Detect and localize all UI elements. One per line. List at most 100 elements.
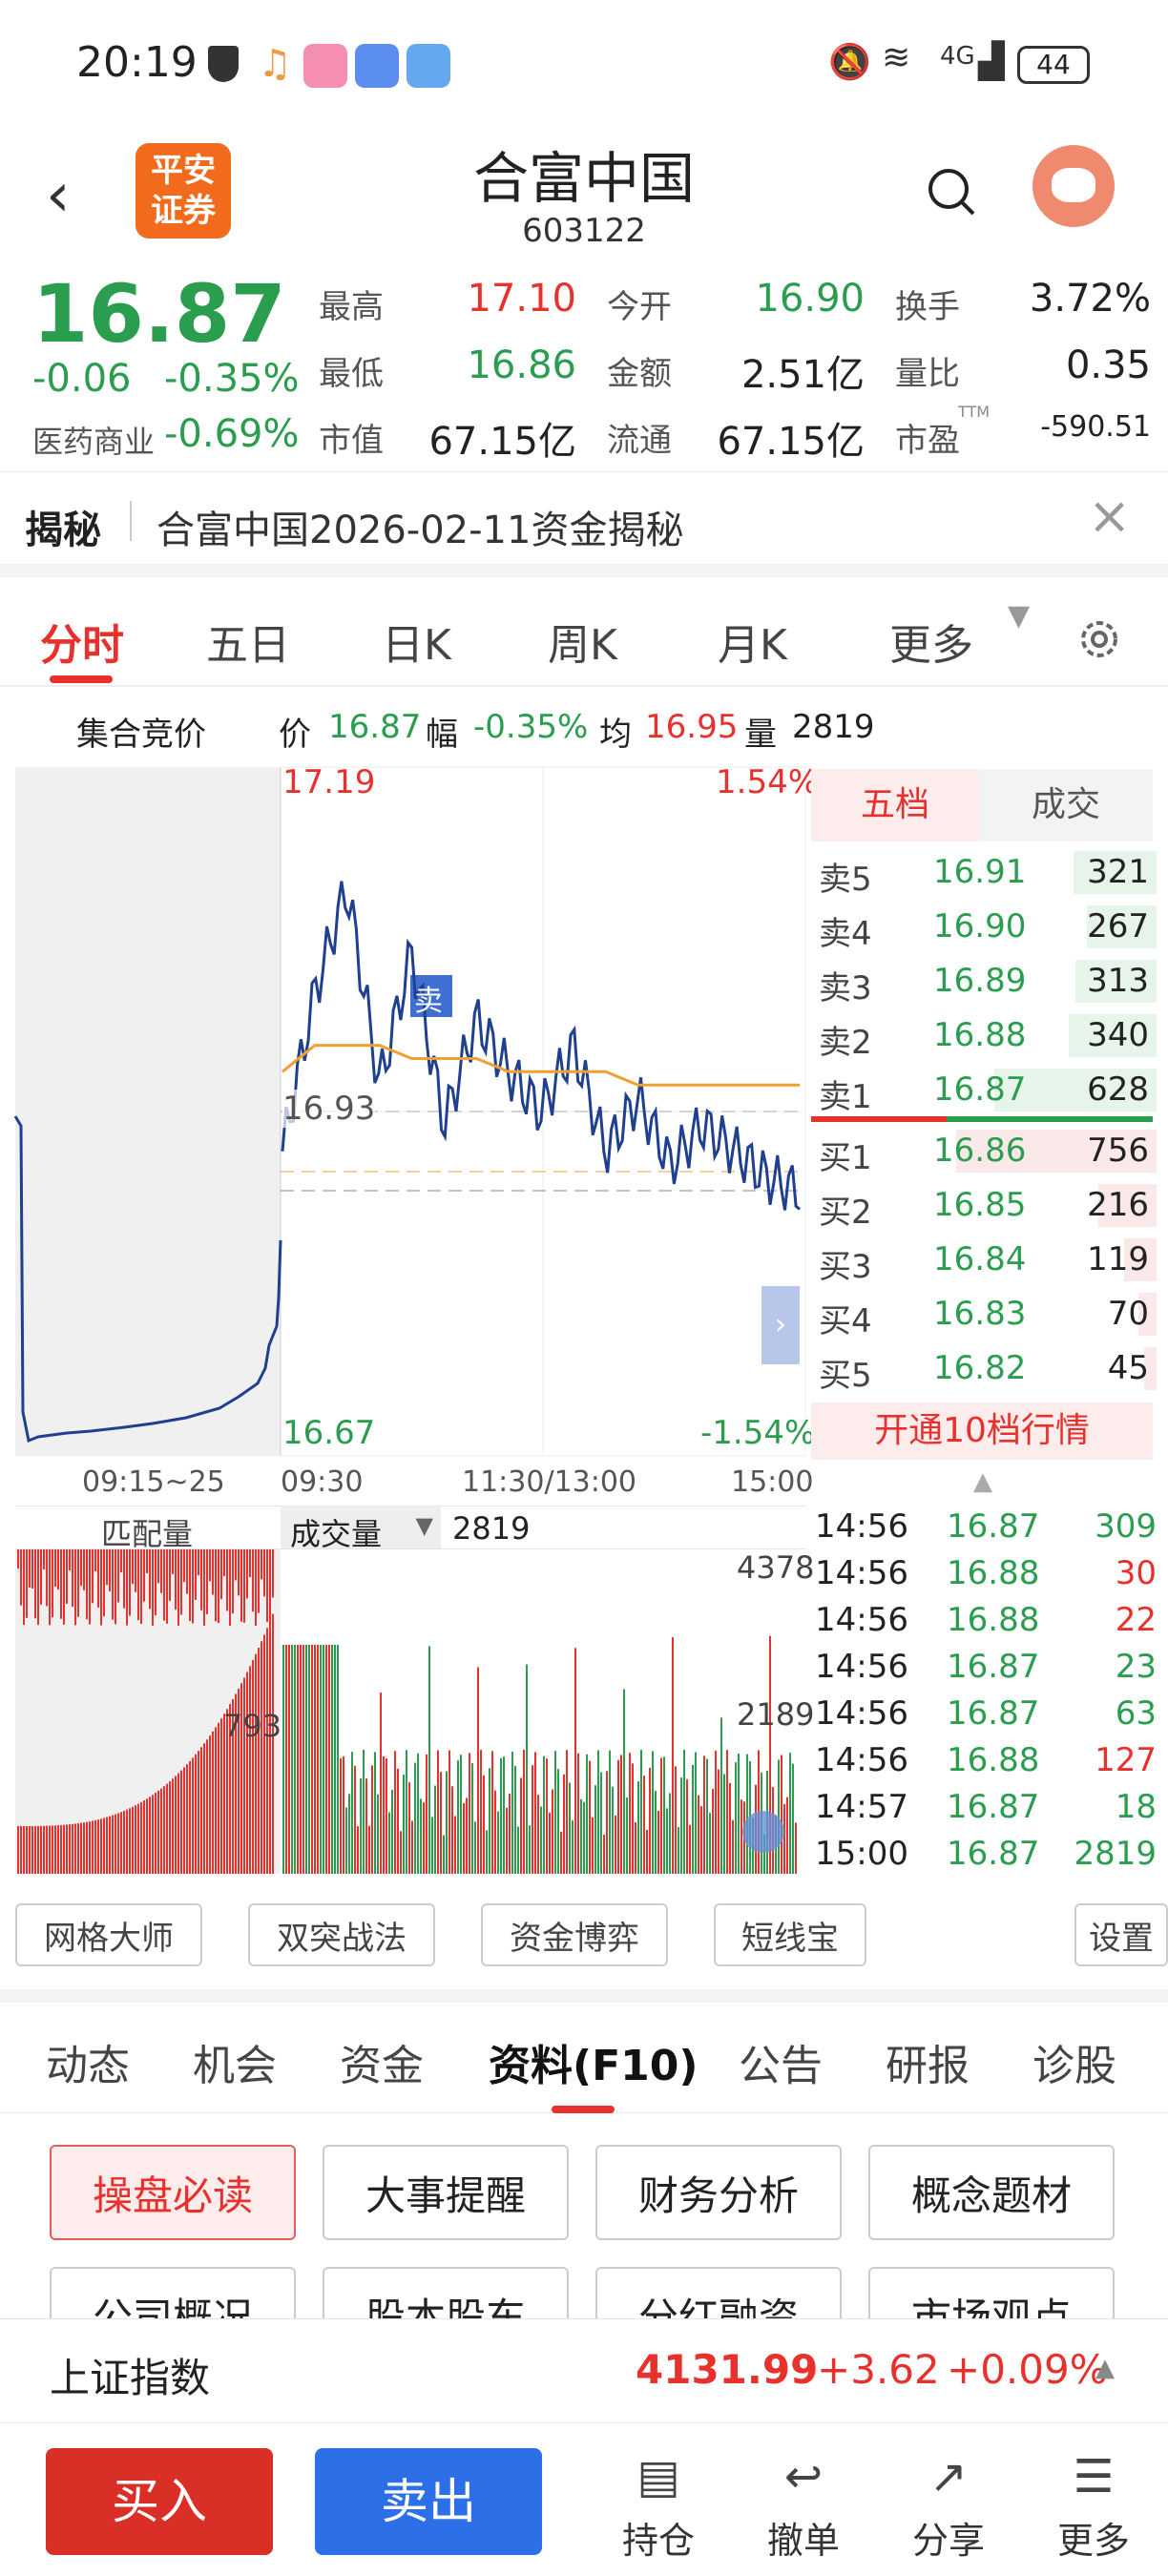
- tab-1[interactable]: 五日: [206, 611, 290, 672]
- tab-2[interactable]: 日K: [382, 611, 451, 672]
- match-bar: [169, 1549, 171, 1601]
- ask-price: 16.90: [933, 907, 1027, 945]
- volume-bar: [457, 1759, 459, 1874]
- bid-row[interactable]: 买1 16.86 756: [811, 1124, 1157, 1178]
- f10-button[interactable]: 股本股东: [323, 2267, 569, 2318]
- volume-bar: [678, 1827, 679, 1874]
- volume-bar: [500, 1757, 502, 1874]
- tab-trades[interactable]: 成交: [979, 769, 1153, 841]
- section-tab[interactable]: 研报: [886, 2031, 970, 2092]
- section-tab[interactable]: 公告: [739, 2031, 823, 2092]
- bid-row[interactable]: 买4 16.83 70: [811, 1287, 1157, 1341]
- auction-bar: [183, 1767, 185, 1874]
- chart-high-pct: 1.54%: [716, 763, 820, 801]
- ask-row[interactable]: 卖4 16.90 267: [811, 900, 1157, 954]
- ask-volume: 267: [1087, 907, 1149, 945]
- f10-button[interactable]: 操盘必读: [50, 2145, 296, 2240]
- ask-label: 卖1: [819, 1078, 872, 1116]
- time-label: 15:00: [731, 1465, 814, 1499]
- match-bar: [152, 1549, 154, 1626]
- tab-5[interactable]: 更多: [889, 611, 973, 672]
- auction-bar: [172, 1778, 174, 1874]
- close-icon[interactable]: ×: [1088, 486, 1131, 546]
- f10-button[interactable]: 大事提醒: [323, 2145, 569, 2240]
- volume-bar: [646, 1829, 648, 1874]
- tab-4[interactable]: 月K: [718, 611, 787, 672]
- match-bar: [146, 1549, 148, 1574]
- f10-button[interactable]: 市场观点: [868, 2267, 1115, 2318]
- match-bar: [106, 1549, 108, 1586]
- sell-button[interactable]: 卖出: [315, 2448, 542, 2555]
- open-level10-button[interactable]: 开通10档行情: [811, 1402, 1153, 1460]
- auction-bar: [255, 1653, 257, 1874]
- section-tab[interactable]: 诊股: [1032, 2031, 1116, 2092]
- tool-button[interactable]: 设置: [1074, 1903, 1168, 1966]
- auction-bar: [109, 1816, 111, 1874]
- chevron-up-icon[interactable]: ▲: [973, 1467, 992, 1496]
- ask-row[interactable]: 卖3 16.89 313: [811, 954, 1157, 1008]
- action-0[interactable]: ▤ 持仓: [620, 2450, 697, 2565]
- search-icon[interactable]: [926, 166, 977, 218]
- quote-field-value: -590.51: [1040, 410, 1151, 444]
- back-icon[interactable]: ‹: [46, 160, 71, 231]
- match-bar: [126, 1549, 128, 1626]
- tool-button[interactable]: 资金博弈: [481, 1903, 668, 1966]
- ask-row[interactable]: 卖2 16.88 340: [811, 1008, 1157, 1063]
- match-bar: [223, 1549, 225, 1577]
- f10-button[interactable]: 财务分析: [595, 2145, 842, 2240]
- match-bar: [123, 1549, 125, 1609]
- tick-volume: 30: [1115, 1554, 1157, 1592]
- bid-row[interactable]: 买2 16.85 216: [811, 1178, 1157, 1233]
- tick-time: 14:57: [815, 1788, 908, 1826]
- tool-button[interactable]: 短线宝: [714, 1903, 866, 1966]
- action-3[interactable]: ☰ 更多: [1055, 2450, 1132, 2565]
- f10-button[interactable]: 分红融资: [595, 2267, 842, 2318]
- section-tab[interactable]: 资料(F10): [489, 2031, 699, 2092]
- auction-bar: [57, 1825, 59, 1874]
- section-tab[interactable]: 动态: [46, 2031, 130, 2092]
- bottom-action-bar: 买入 卖出 ▤ 持仓 ↩ 撤单 ↗ 分享 ☰ 更多: [0, 2423, 1168, 2576]
- intraday-chart[interactable]: ›: [0, 763, 809, 1479]
- action-1[interactable]: ↩ 撤单: [765, 2450, 842, 2565]
- volume-bar: [357, 1826, 359, 1874]
- volume-bar: [703, 1755, 705, 1874]
- status-time: 20:19: [76, 38, 198, 87]
- avg-label: 均: [599, 716, 632, 754]
- volume-bar: [680, 1777, 682, 1874]
- action-2[interactable]: ↗ 分享: [910, 2450, 987, 2565]
- fund-reveal-bar[interactable]: 揭秘 合富中国2026-02-11资金揭秘 ×: [0, 472, 1168, 577]
- bid-row[interactable]: 买5 16.82 45: [811, 1341, 1157, 1396]
- f10-button[interactable]: 公司概况: [50, 2267, 296, 2318]
- gear-icon[interactable]: [1074, 614, 1124, 664]
- volume-bar: [517, 1826, 519, 1874]
- assistant-avatar[interactable]: [1032, 145, 1115, 227]
- time-label: 11:30/13:00: [462, 1465, 637, 1499]
- tick-time: 14:56: [815, 1741, 908, 1779]
- section-tab[interactable]: 资金: [340, 2031, 424, 2092]
- volume-bar: [388, 1812, 390, 1874]
- volume-bar: [406, 1750, 407, 1874]
- auction-bar: [155, 1793, 156, 1874]
- ask-row[interactable]: 卖1 16.87 628: [811, 1063, 1157, 1117]
- volume-header-value: 2819: [452, 1510, 531, 1547]
- volume-bar: [363, 1750, 365, 1874]
- quote-field-label: 最低: [319, 355, 384, 393]
- buy-button[interactable]: 买入: [46, 2448, 273, 2555]
- tab-order-book[interactable]: 五档: [811, 769, 979, 841]
- tool-button[interactable]: 网格大师: [15, 1903, 202, 1966]
- f10-button[interactable]: 概念题材: [868, 2145, 1115, 2240]
- index-ticker[interactable]: 上证指数 4131.99 +3.62 +0.09% ▲: [0, 2318, 1168, 2423]
- tab-3[interactable]: 周K: [548, 611, 617, 672]
- volume-bar: [489, 1768, 490, 1874]
- bid-row[interactable]: 买3 16.84 119: [811, 1233, 1157, 1287]
- tool-button[interactable]: 双突战法: [248, 1903, 435, 1966]
- ask-row[interactable]: 卖5 16.91 321: [811, 845, 1157, 900]
- minute-price-bar: 集合竞价 价 16.87 幅 -0.35% 均 16.95 量 2819: [0, 689, 1168, 765]
- volume-bar: [443, 1835, 445, 1874]
- tab-0[interactable]: 分时: [40, 611, 124, 672]
- section-tab[interactable]: 机会: [193, 2031, 277, 2092]
- volume-type-select[interactable]: 成交量 ▼: [281, 1506, 441, 1552]
- quote-field-label: 市值: [319, 422, 384, 460]
- match-bar: [120, 1549, 122, 1573]
- chevron-down-icon[interactable]: ▼: [1008, 599, 1030, 633]
